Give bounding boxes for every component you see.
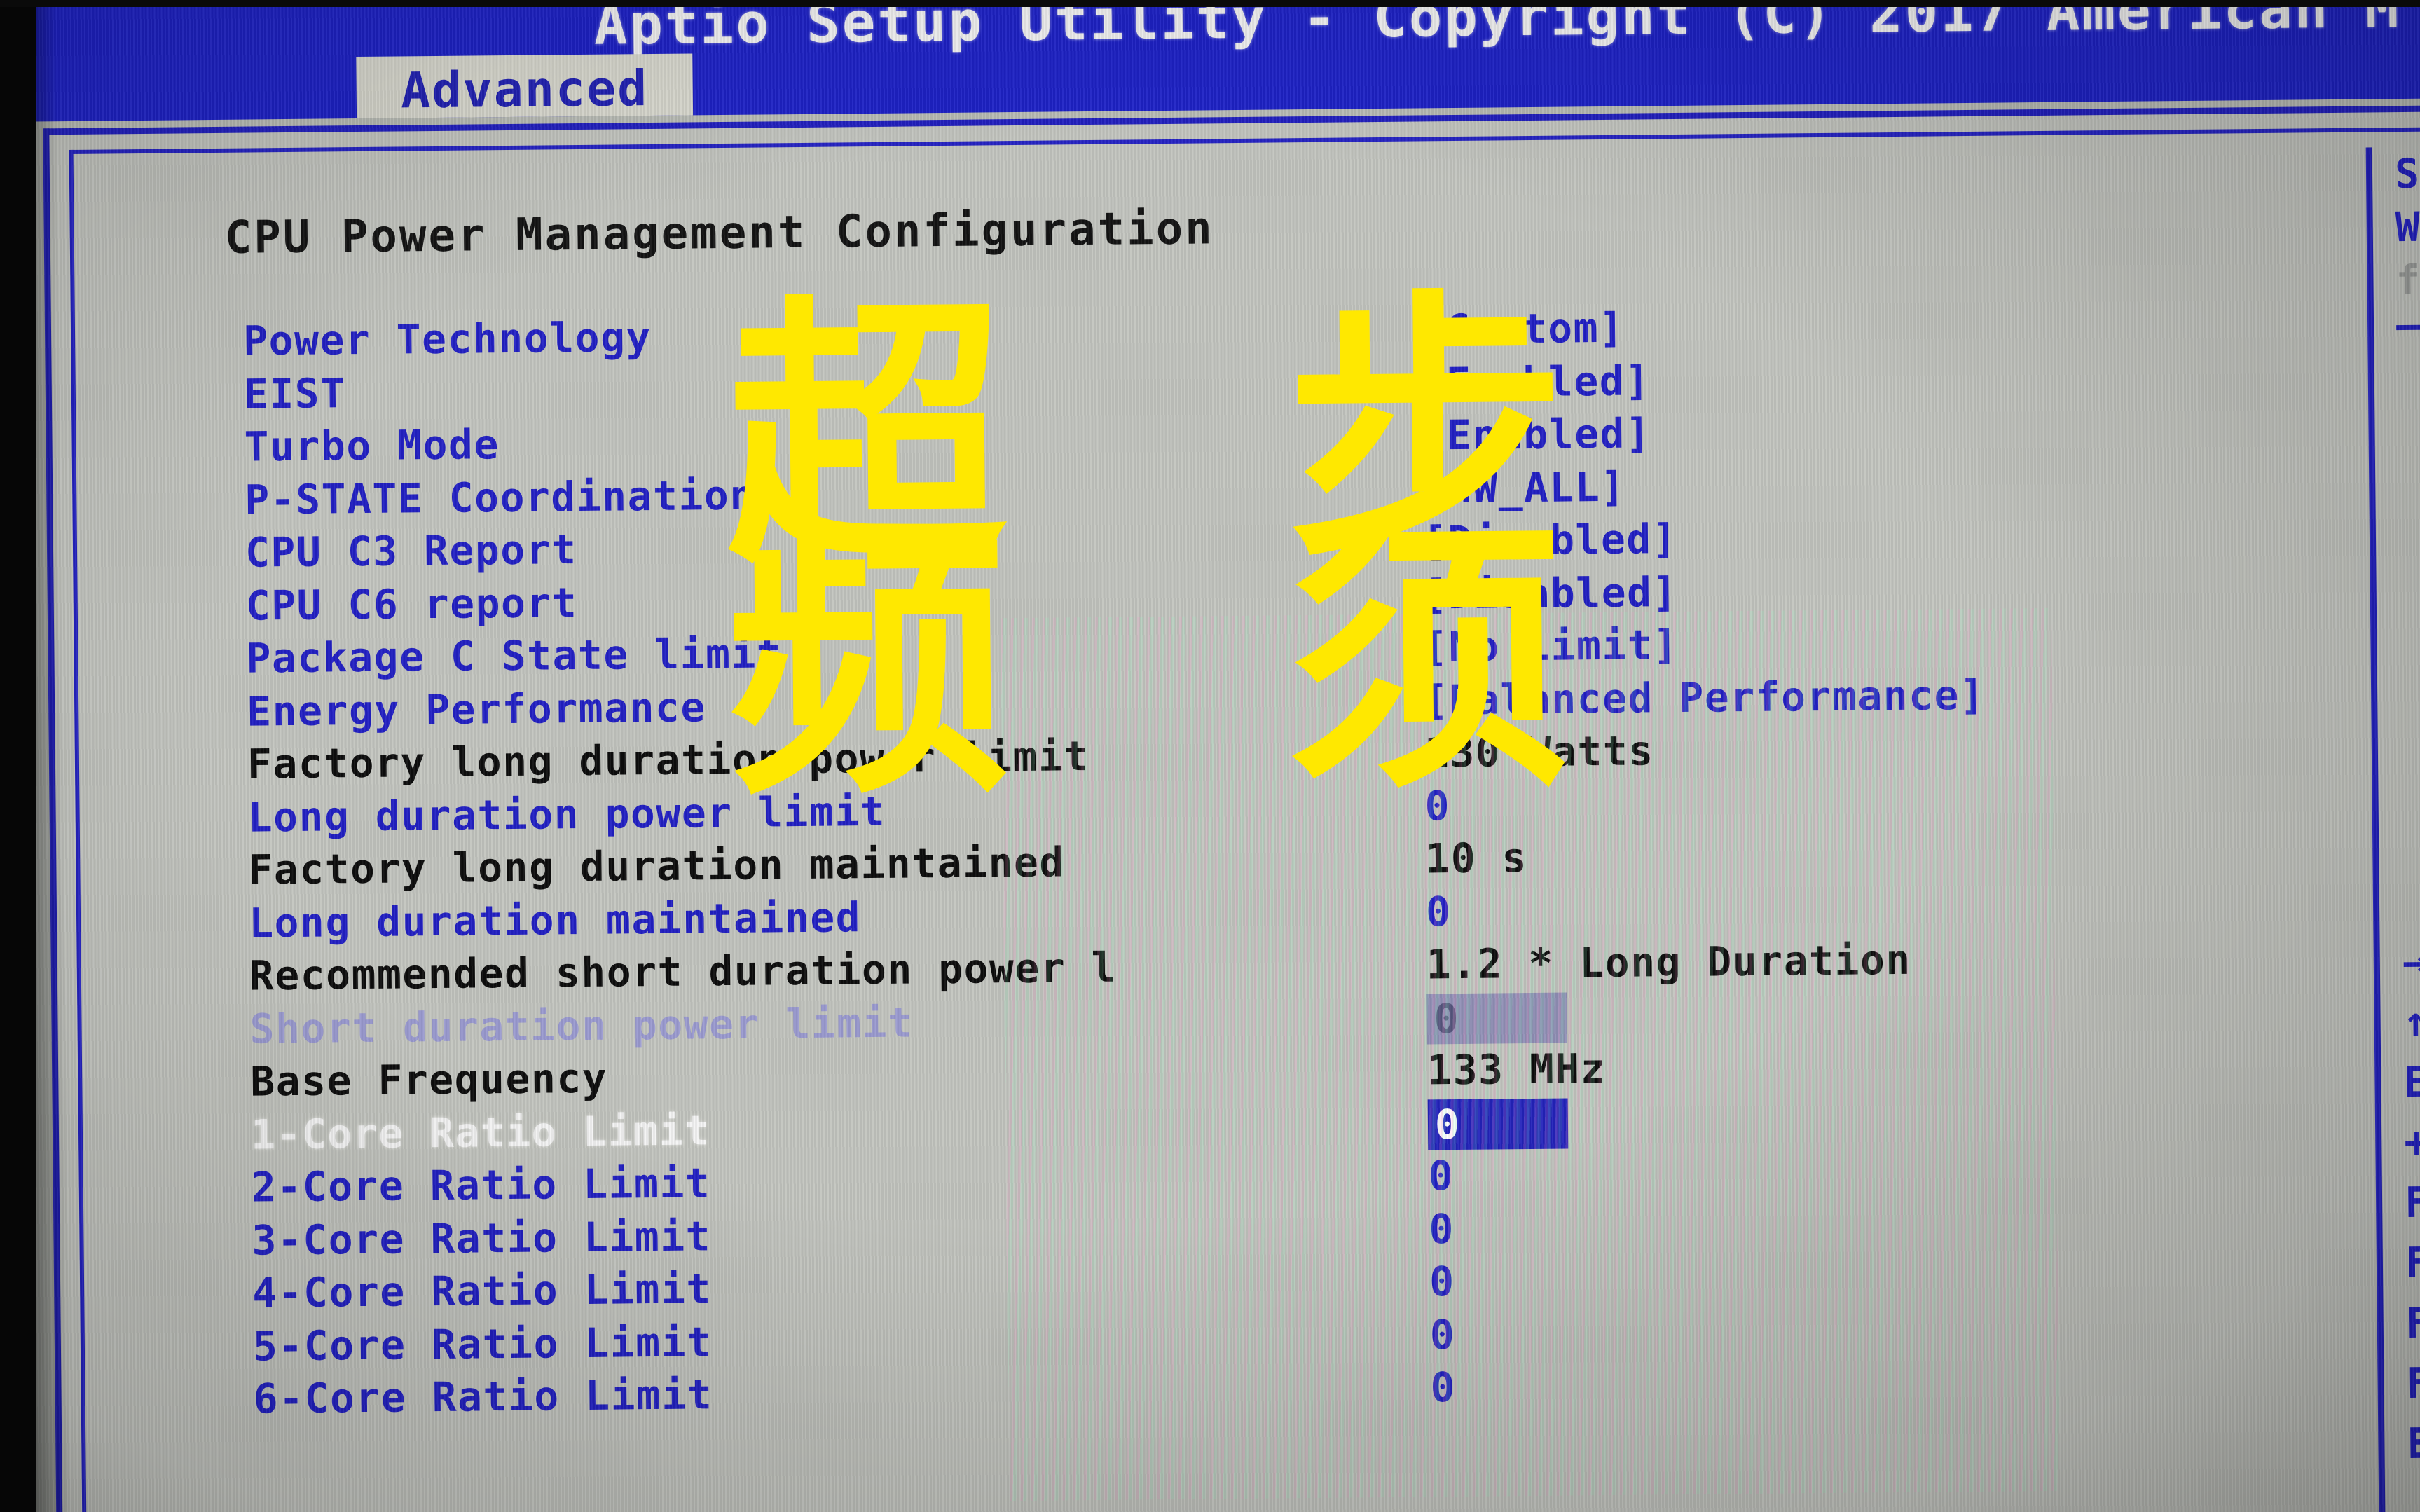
option-label: 2-Core Ratio Limit (251, 1159, 711, 1211)
option-value[interactable]: [Disabled] (1422, 568, 1678, 617)
key-legend-item: F1: (2404, 1177, 2420, 1228)
help-line: Sh (2394, 149, 2420, 198)
option-value[interactable]: 0 (1424, 782, 1450, 830)
monitor-photo: Aptio Setup Utility - Copyright (C) 2017… (0, 0, 2420, 1512)
option-label: Long duration power limit (247, 787, 886, 841)
option-value[interactable]: [No Limit] (1423, 621, 1679, 671)
inner-frame: CPU Power Management Configuration Power… (69, 127, 2420, 1512)
page-title: CPU Power Management Configuration (224, 202, 1215, 264)
option-label: P-STATE Coordination (245, 471, 756, 524)
option-value[interactable]: 0 (1429, 1205, 1455, 1253)
option-value[interactable]: 1.2 * Long Duration (1426, 936, 1911, 989)
option-label: Recommended short duration power l (249, 943, 1118, 1000)
option-label: Short duration power limit (249, 998, 914, 1053)
option-value[interactable]: 10 s (1425, 834, 1527, 882)
option-label: Energy Performance (246, 682, 707, 736)
key-legend-item: F10: (2406, 1358, 2420, 1409)
option-value[interactable]: 0 (1426, 888, 1452, 935)
option-value[interactable]: 0 (1430, 1363, 1456, 1411)
option-value[interactable]: [Balanced Performance] (1424, 671, 1986, 724)
option-list: Power Technology [Custom] EIST [Enabled] Tur… (75, 297, 2314, 1429)
key-legend: →←: ↑↓: Ente +/-: F1: F2: F9: F10: ESC: (2402, 931, 2420, 1474)
key-legend-item: Ente (2403, 1057, 2420, 1108)
option-value[interactable]: 0 (1430, 1311, 1456, 1359)
option-value[interactable]: 130 Watts (1424, 727, 1654, 776)
help-sidebar: Sh Wa fa →←: ↑↓: Ente +/-: F1: F2: F9: F10: ESC: (2365, 146, 2420, 1512)
option-label: Package C State limit (246, 629, 783, 682)
option-label: Long duration maintained (248, 893, 862, 947)
app-title: Aptio Setup Utility - Copyright (C) 2017… (593, 0, 2401, 57)
sidebar-divider (2396, 323, 2420, 331)
monitor-bezel-top (0, 0, 2420, 7)
option-label: 3-Core Ratio Limit (252, 1211, 712, 1265)
option-label: CPU C3 Report (245, 525, 577, 577)
option-label: CPU C6 report (245, 578, 578, 630)
value-highlight-box[interactable]: 0 (1426, 992, 1567, 1044)
option-label: 6-Core Ratio Limit (253, 1370, 713, 1423)
key-legend-item: F9: (2405, 1298, 2420, 1349)
option-value[interactable]: [HW_ALL] (1422, 462, 1626, 512)
content-frame: CPU Power Management Configuration Power… (43, 105, 2420, 1512)
option-value[interactable]: [Enabled] (1420, 357, 1650, 406)
option-value[interactable]: [Enabled] (1421, 409, 1651, 459)
option-label: EIST (243, 369, 346, 418)
help-line: fa (2395, 256, 2420, 305)
option-label: Turbo Mode (244, 420, 500, 471)
option-label: 1-Core Ratio Limit (250, 1106, 710, 1159)
tab-advanced[interactable]: Advanced (356, 53, 694, 122)
option-label: 5-Core Ratio Limit (252, 1317, 713, 1370)
option-value[interactable]: 133 MHz (1427, 1045, 1607, 1094)
option-value[interactable]: [Custom] (1420, 304, 1625, 354)
option-value[interactable]: 0 (1426, 992, 1567, 1044)
monitor-bezel-left (0, 0, 36, 1512)
option-label: Factory long duration power limit (247, 732, 1090, 788)
option-value[interactable]: [Disabled] (1422, 515, 1678, 565)
option-value[interactable]: 0 (1427, 1098, 1569, 1150)
option-label: Base Frequency (249, 1054, 608, 1106)
title-bar: Aptio Setup Utility - Copyright (C) 2017… (5, 0, 2420, 122)
key-legend-item: ↑↓: (2402, 997, 2420, 1047)
option-label: Factory long duration maintained (248, 838, 1066, 894)
option-label: 4-Core Ratio Limit (252, 1265, 713, 1317)
option-value[interactable]: 0 (1428, 1152, 1454, 1200)
tab-advanced-label: Advanced (400, 60, 649, 120)
option-value[interactable]: 0 (1429, 1258, 1455, 1305)
bios-screen: Aptio Setup Utility - Copyright (C) 2017… (0, 0, 2420, 1512)
value-highlight-box[interactable]: 0 (1427, 1098, 1569, 1150)
key-legend-item: →←: (2402, 937, 2420, 987)
help-text: Sh Wa fa (2395, 146, 2420, 307)
key-legend-item: +/-: (2403, 1117, 2420, 1168)
key-legend-item: F2: (2405, 1237, 2420, 1288)
option-label: Power Technology (242, 313, 652, 365)
help-line: Wa (2395, 202, 2420, 252)
key-legend-item: ESC: (2407, 1418, 2420, 1469)
